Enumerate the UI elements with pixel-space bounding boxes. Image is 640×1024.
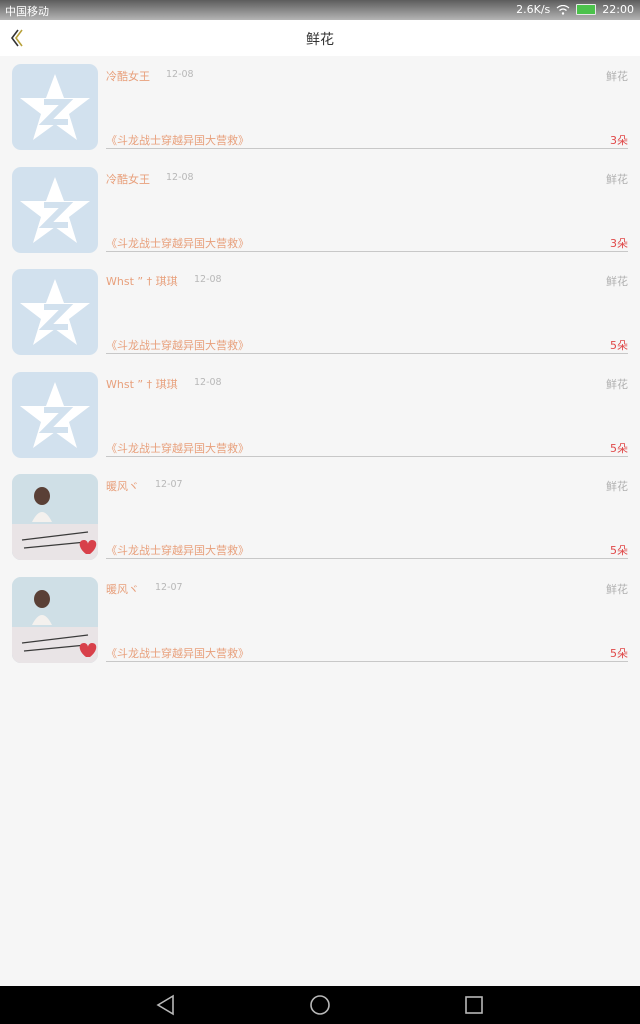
book-title[interactable]: 《斗龙战士穿越异国大营救》 [106, 132, 249, 148]
list-item[interactable]: 暖风ヾ 12-07 鲜花《斗龙战士穿越异国大营救》 5朵 [0, 569, 640, 672]
clock: 22:00 [602, 3, 634, 16]
home-circle-icon[interactable] [308, 994, 332, 1016]
date-label: 12-08 [194, 274, 222, 285]
flower-count: 3朵 [610, 134, 628, 147]
flower-count: 3朵 [610, 236, 628, 250]
flower-count: 5朵 [610, 646, 628, 660]
qq-logo [20, 74, 90, 140]
sender-name: Whst ” † 琪琪 [106, 377, 178, 391]
android-nav-bar [0, 986, 640, 1024]
gift-type: 鲜花 [606, 480, 628, 493]
book-title[interactable]: 《斗龙战士穿越异国大营救》 [106, 440, 249, 456]
gift-type: 鲜花 [606, 172, 628, 186]
date-label: 12-08 [166, 69, 194, 80]
list-item[interactable]: 冷酷女王 12-08 鲜花《斗龙战士穿越异国大营救》 3朵 [0, 56, 640, 159]
divider [106, 353, 628, 354]
avatar[interactable] [12, 166, 98, 253]
net-speed: 2.6K/s [516, 3, 551, 16]
list-item[interactable]: Whst ” † 琪琪 12-08 鲜花《斗龙战士穿越异国大营救》 5朵 [0, 364, 640, 467]
flower-count: 5朵 [610, 544, 628, 557]
flower-count: 5朵 [610, 339, 628, 352]
divider [106, 455, 628, 457]
book-title[interactable]: 《斗龙战士穿越异国大营救》 [106, 337, 249, 353]
status-bar: 中国移动 2.6K/s 22:00 [0, 0, 640, 20]
sender-name: 冷酷女王 [106, 70, 150, 83]
gift-type: 鲜花 [606, 377, 628, 391]
list-item[interactable]: 冷酷女王 12-08 鲜花《斗龙战士穿越异国大营救》 3朵 [0, 159, 640, 262]
divider [106, 148, 628, 149]
avatar[interactable] [12, 576, 98, 663]
book-title[interactable]: 《斗龙战士穿越异国大营救》 [106, 542, 249, 558]
avatar-photo [12, 474, 98, 560]
date-label: 12-07 [155, 479, 183, 490]
nav-bar: 鲜花 [0, 20, 640, 56]
wifi-icon [556, 4, 570, 15]
carrier-label: 中国移动 [5, 5, 49, 18]
qq-logo [20, 279, 90, 345]
date-label: 12-08 [194, 376, 222, 388]
divider [106, 660, 628, 662]
gift-type: 鲜花 [606, 275, 628, 288]
avatar-photo [12, 576, 98, 663]
sender-name: 冷酷女王 [106, 172, 150, 186]
book-title[interactable]: 《斗龙战士穿越异国大营救》 [106, 235, 249, 251]
avatar[interactable] [12, 474, 98, 560]
book-title[interactable]: 《斗龙战士穿越异国大营救》 [106, 645, 249, 661]
divider [106, 250, 628, 252]
sender-name: 暖风ヾ [106, 582, 139, 596]
sender-name: Whst ” † 琪琪 [106, 275, 178, 288]
date-label: 12-07 [155, 581, 183, 593]
gift-type: 鲜花 [606, 582, 628, 596]
avatar[interactable] [12, 371, 98, 458]
list-item[interactable]: Whst ” † 琪琪 12-08 鲜花《斗龙战士穿越异国大营救》 5朵 [0, 261, 640, 364]
divider [106, 558, 628, 559]
page-title: 鲜花 [306, 32, 334, 48]
avatar[interactable] [12, 269, 98, 355]
date-label: 12-08 [166, 171, 194, 183]
list-item[interactable]: 暖风ヾ 12-07 鲜花《斗龙战士穿越异国大营救》 5朵 [0, 466, 640, 569]
avatar[interactable] [12, 64, 98, 150]
battery-icon [576, 4, 597, 15]
flower-list: 冷酷女王 12-08 鲜花 《斗龙战士穿越异国大营救》 3朵 冷酷女王 12-08 鲜花 《斗龙… [0, 56, 640, 671]
flower-count: 5朵 [610, 441, 628, 455]
recents-square-icon[interactable] [462, 994, 486, 1016]
qq-logo [20, 176, 90, 243]
sender-name: 暖风ヾ [106, 480, 139, 493]
qq-logo [20, 381, 90, 448]
gift-type: 鲜花 [606, 70, 628, 83]
back-triangle-icon[interactable] [154, 994, 178, 1016]
